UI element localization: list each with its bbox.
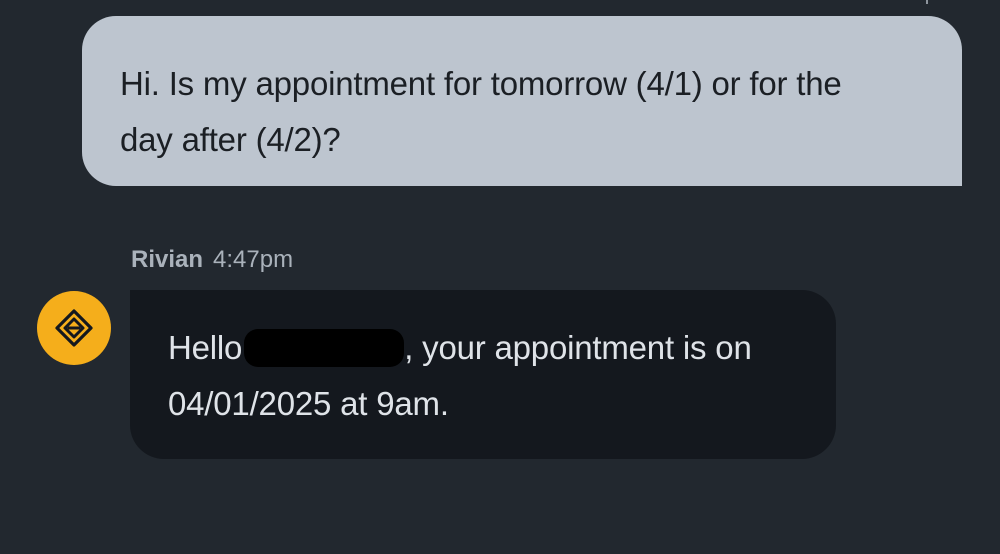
agent-message-header: Rivian 4:47pm <box>131 246 293 278</box>
chat-screen: Hi. Is my appointment for tomorrow (4/1)… <box>0 0 1000 554</box>
agent-message-line-2: 04/01/2025 at 9am. <box>168 385 449 422</box>
sender-name: Rivian <box>131 246 204 273</box>
greeting-text: Hello <box>168 329 243 366</box>
agent-message-line-1-rest: , your appointment is on <box>404 329 752 366</box>
agent-message-text: Hello , your appointment is on 04/01/2025… <box>168 320 798 432</box>
agent-message-bubble[interactable]: Hello , your appointment is on 04/01/2025… <box>130 290 836 459</box>
avatar[interactable] <box>37 291 111 365</box>
user-message-bubble[interactable]: Hi. Is my appointment for tomorrow (4/1)… <box>82 16 962 186</box>
redacted-name <box>244 329 405 367</box>
agent-message-line-1: Hello , your appointment is on <box>168 320 798 376</box>
message-timestamp: 4:47pm <box>213 246 294 273</box>
user-message-line-2: day after (4/2)? <box>120 121 341 158</box>
user-message-line-1: Hi. Is my appointment for tomorrow (4/1)… <box>120 65 842 102</box>
rivian-logo-icon <box>55 309 93 347</box>
user-message-text: Hi. Is my appointment for tomorrow (4/1)… <box>120 56 924 168</box>
scroll-marker <box>926 0 928 4</box>
